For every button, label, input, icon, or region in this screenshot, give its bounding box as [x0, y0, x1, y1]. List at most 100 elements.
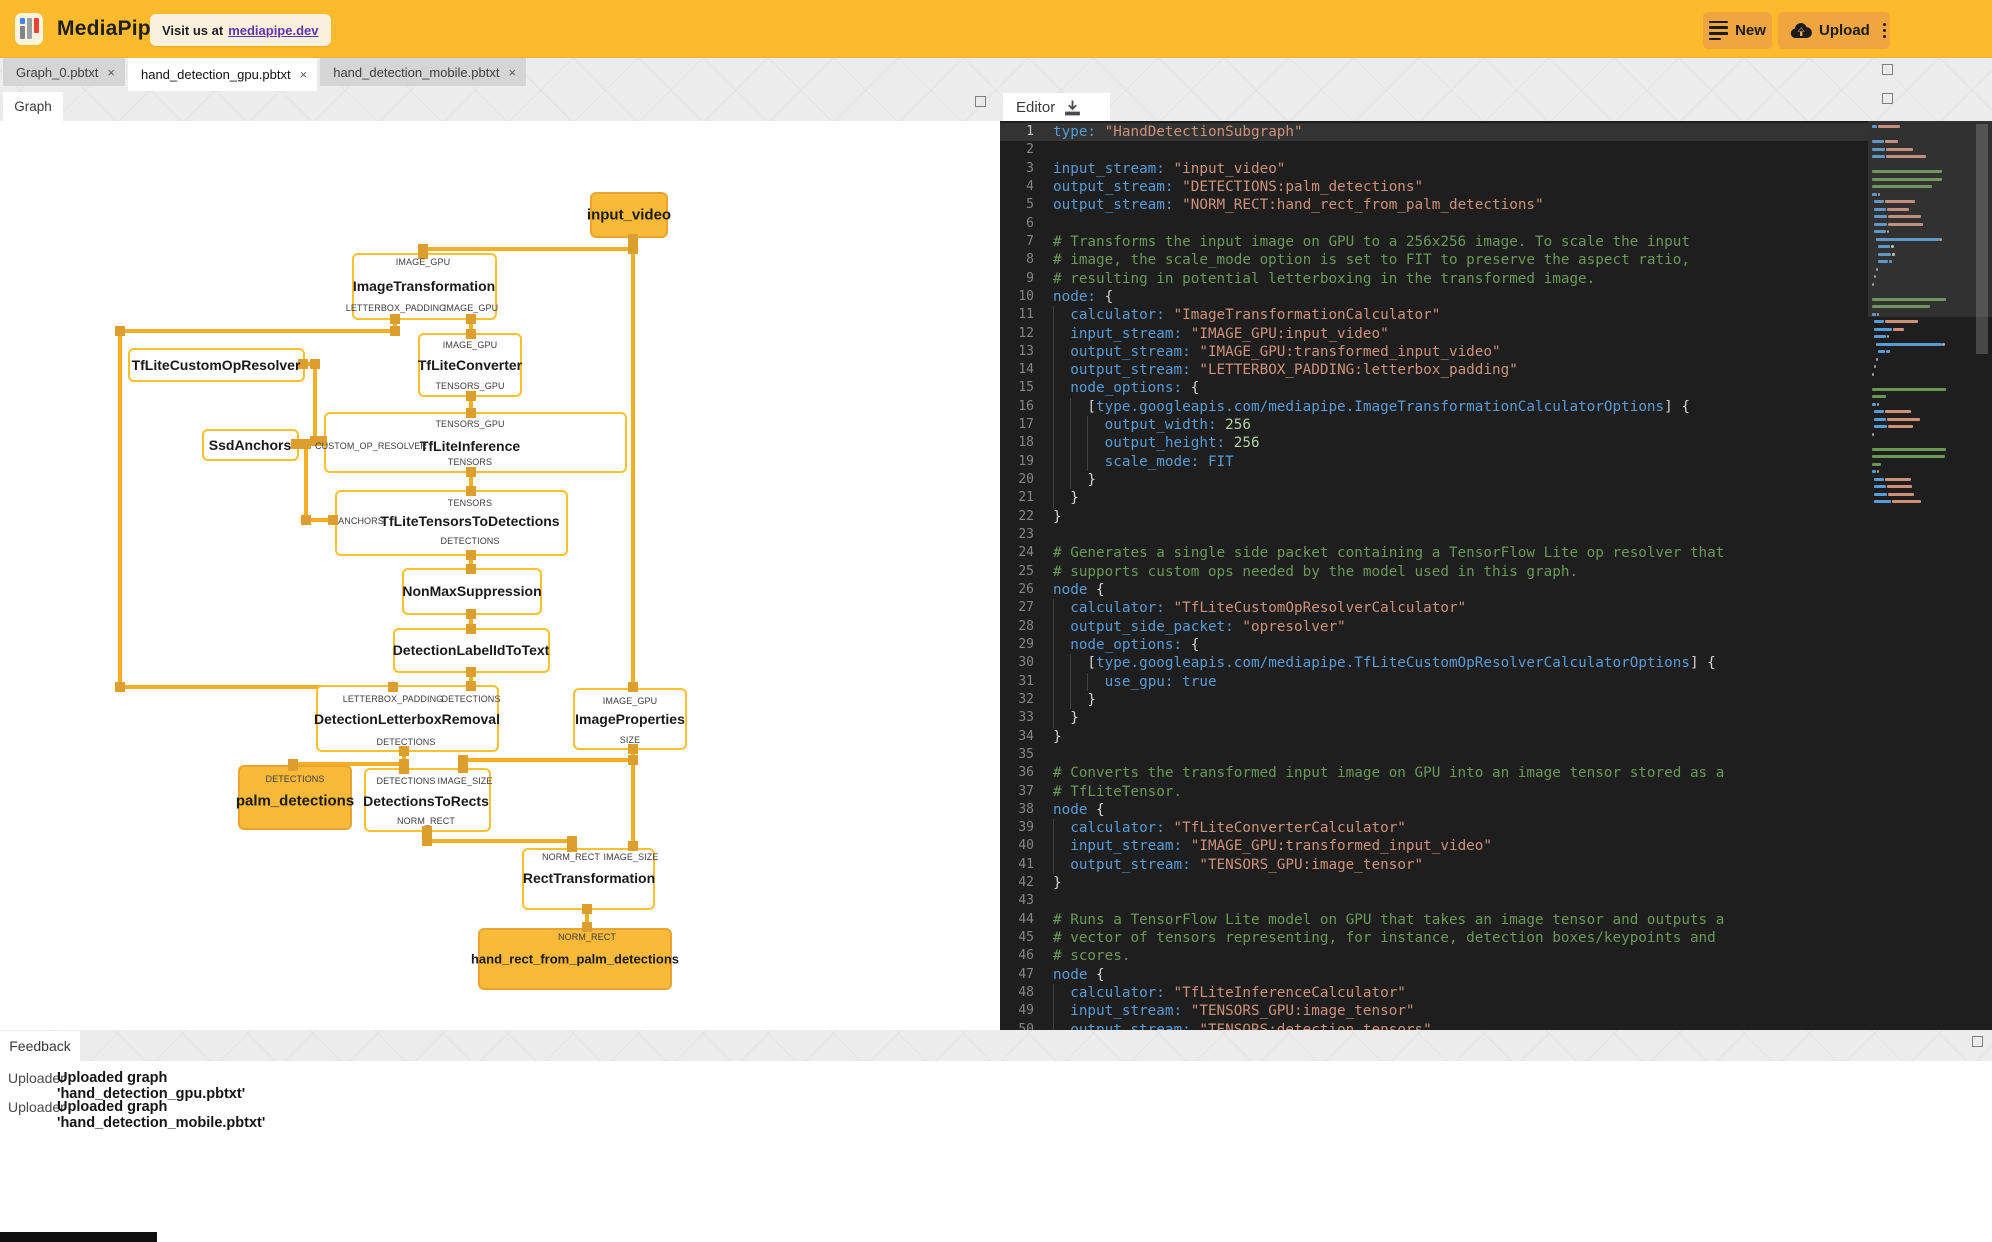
line-number: 46 [1018, 948, 1034, 964]
code-line: 43 [1000, 892, 1992, 910]
code-line: 46 # scores. [1000, 947, 1992, 965]
code-text: # vector of tensors representing, for in… [1053, 930, 1716, 947]
code-line: 44 # Runs a TensorFlow Lite model on GPU … [1000, 911, 1992, 929]
tab-editor[interactable]: Editor [1003, 93, 1110, 121]
minimap-mark [1885, 410, 1911, 413]
line-number: 23 [1018, 527, 1034, 543]
port-joint [466, 314, 476, 324]
port-joint [628, 755, 638, 765]
graph-canvas[interactable]: input_video ImageTransformation IMAGE_GPU L… [0, 121, 1000, 1030]
line-number: 32 [1018, 691, 1034, 707]
port-label: TENSORS [447, 457, 493, 467]
feedback-panel-expand-icon[interactable] [1972, 1036, 1983, 1047]
line-number: 30 [1018, 655, 1034, 671]
code-text: # Runs a TensorFlow Lite model on GPU th… [1053, 911, 1725, 928]
line-number: 28 [1018, 618, 1034, 634]
bottom-black-bar [0, 1232, 157, 1242]
code-line: 23 [1000, 526, 1992, 544]
minimap-mark [1872, 432, 1874, 436]
port-label: ANCHORS [338, 516, 384, 526]
editor-panel-expand-icon[interactable] [1882, 93, 1893, 104]
minimap-mark [1873, 417, 1887, 421]
port-joint [390, 326, 400, 336]
new-button[interactable]: New [1703, 12, 1772, 49]
file-tab-hand_detection_mobile.pbtxt[interactable]: hand_detection_mobile.pbtxt × [320, 58, 527, 86]
code-text: input_stream: "TENSORS_GPU:image_tensor" [1070, 1003, 1415, 1020]
line-number: 47 [1018, 966, 1034, 982]
tab-feedback[interactable]: Feedback [0, 1031, 80, 1061]
right-column-expand-icon[interactable] [1882, 64, 1893, 75]
close-tab-icon[interactable]: × [300, 67, 308, 82]
code-line: 13 output_stream: "IMAGE_GPU:transformed… [1000, 342, 1992, 362]
node-title: TfLiteCustomOpResolver [131, 357, 301, 373]
code-text: output_stream: "LETTERBOX_PADDING:letter… [1070, 362, 1518, 379]
code-text: # Generates a single side packet contain… [1053, 545, 1725, 562]
minimap-mark [1872, 455, 1946, 458]
cloud-upload-icon [1790, 22, 1812, 39]
port-joint [628, 234, 638, 244]
code-line: 1 type: "HandDetectionSubgraph" [1000, 123, 1992, 142]
code-line: 33 } [1000, 709, 1992, 728]
code-line: 34} [1000, 728, 1992, 746]
port-joint [466, 564, 476, 574]
code-text: node: { [1053, 288, 1114, 305]
line-number: 33 [1018, 710, 1034, 726]
port-joint [301, 515, 311, 525]
mediapipe-dev-link[interactable]: mediapipe.dev [228, 23, 318, 38]
line-number: 48 [1018, 985, 1034, 1001]
minimap-viewport[interactable] [1868, 121, 1992, 317]
line-number: 43 [1018, 893, 1034, 909]
line-number: 10 [1018, 288, 1034, 304]
code-line: 8 # image, the scale_mode option is set t… [1000, 251, 1992, 269]
minimap-mark [1891, 500, 1922, 503]
code-text: input_stream: "IMAGE_GPU:transformed_inp… [1070, 838, 1492, 855]
minimap-mark [1887, 335, 1890, 338]
line-number: 6 [1026, 215, 1034, 231]
tab-graph[interactable]: Graph [3, 92, 63, 121]
minimap-mark [1873, 327, 1892, 331]
graph-panel-expand-icon[interactable] [975, 96, 986, 107]
minimap-mark [1892, 327, 1905, 331]
port-label: DETECTIONS [376, 776, 436, 786]
app-background: MediaPipe Visit us at mediapipe.dev New … [0, 0, 1992, 1242]
minimap-mark [1872, 447, 1947, 451]
code-text: [type.googleapis.com/mediapipe.TfLiteCus… [1053, 655, 1716, 672]
file-tab-hand_detection_gpu.pbtxt[interactable]: hand_detection_gpu.pbtxt × [127, 58, 318, 91]
upload-button[interactable]: Upload [1778, 12, 1890, 49]
close-tab-icon[interactable]: × [508, 65, 516, 80]
more-options-icon[interactable] [1882, 23, 1887, 38]
node-title: hand_rect_from_palm_detections [470, 951, 680, 967]
download-icon[interactable] [1064, 99, 1081, 116]
code-line: 22} [1000, 508, 1992, 526]
code-text: calculator: "ImageTransformationCalculat… [1070, 307, 1441, 324]
code-editor[interactable]: 1 type: "HandDetectionSubgraph" 2 3 input_st… [1000, 121, 1992, 1030]
graph-edge [461, 758, 635, 762]
editor-minimap[interactable] [1868, 121, 1992, 1030]
code-line: 15 node_options: { [1000, 379, 1992, 398]
new-list-icon [1709, 20, 1729, 41]
port-joint [291, 439, 301, 449]
file-tab-Graph_0.pbtxt[interactable]: Graph_0.pbtxt × [3, 58, 125, 86]
port-label: DETECTIONS [441, 694, 501, 704]
line-number: 49 [1018, 1003, 1034, 1019]
port-joint [115, 326, 125, 336]
minimap-mark [1873, 410, 1885, 413]
code-line: 4 output_stream: "DETECTIONS:palm_detecti… [1000, 178, 1992, 196]
port-joint [466, 550, 476, 560]
code-line: 47 node { [1000, 966, 1992, 984]
scrollbar-thumb[interactable] [1976, 124, 1988, 354]
line-number: 16 [1018, 398, 1034, 414]
code-line: 38 node { [1000, 801, 1992, 819]
app-title: MediaPipe [57, 17, 163, 40]
port-label: LETTERBOX_PADDING [342, 694, 444, 704]
node-title: TfLiteTensorsToDetections [380, 513, 560, 529]
close-tab-icon[interactable]: × [107, 65, 115, 80]
port-label: TENSORS_GPU [435, 381, 505, 391]
code-text: output_side_packet: "opresolver" [1070, 618, 1346, 635]
code-text: node { [1053, 801, 1105, 818]
code-text: node_options: { [1070, 380, 1200, 397]
port-label: IMAGE_GPU [602, 696, 658, 706]
line-number: 24 [1018, 545, 1034, 561]
code-text: scale_mode: FIT [1104, 453, 1234, 470]
port-label: DETECTIONS [376, 737, 436, 747]
